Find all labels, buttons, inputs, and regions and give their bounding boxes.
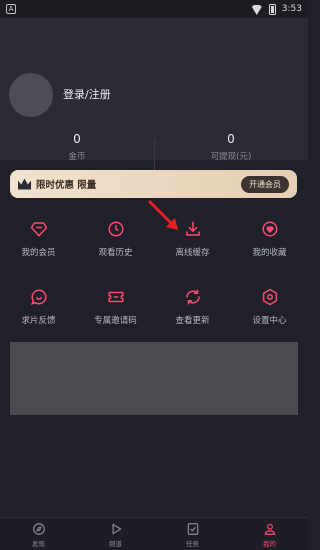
user-icon <box>264 523 275 535</box>
feature-grid-row: 求片反馈 专属邀请码 查看更新 设置中心 <box>0 278 308 346</box>
grid-item-invite-code[interactable]: 专属邀请码 <box>77 278 154 346</box>
grid-label: 设置中心 <box>252 316 287 326</box>
coins-value: 0 <box>73 132 81 146</box>
tab-discover[interactable]: 发现 <box>0 518 77 550</box>
ticket-icon <box>107 288 125 306</box>
bottom-tab-bar: 发现 频道 任务 我的 <box>0 517 308 550</box>
vip-promo-card[interactable]: 限时优惠 限量 开通会员 <box>10 170 297 198</box>
tab-channel[interactable]: 频道 <box>77 518 154 550</box>
feature-grid: 我的会员 观看历史 离线缓存 我的收藏 求片反馈 专属邀请码 查看更新 设置中心 <box>0 210 308 346</box>
tab-label: 频道 <box>109 540 122 548</box>
refresh-icon <box>184 288 202 306</box>
vip-promo-text: 限时优惠 限量 <box>36 180 97 191</box>
coins-stat[interactable]: 0 金币 <box>0 131 154 171</box>
grid-item-watch-history[interactable]: 观看历史 <box>77 210 154 278</box>
avatar[interactable] <box>9 73 53 117</box>
grid-item-my-membership[interactable]: 我的会员 <box>0 210 77 278</box>
ad-banner[interactable] <box>10 342 298 415</box>
grid-label: 查看更新 <box>175 316 210 326</box>
grid-label: 专属邀请码 <box>94 316 137 326</box>
withdrawable-stat[interactable]: 0 可提现(元) <box>154 131 308 171</box>
crown-icon <box>18 178 31 190</box>
tab-label: 发现 <box>32 540 45 548</box>
withdrawable-value: 0 <box>227 132 235 146</box>
grid-item-my-favorites[interactable]: 我的收藏 <box>231 210 308 278</box>
feature-grid-row: 我的会员 观看历史 离线缓存 我的收藏 <box>0 210 308 278</box>
open-vip-button[interactable]: 开通会员 <box>241 175 289 193</box>
grid-label: 离线缓存 <box>175 248 210 258</box>
grid-item-offline-cache[interactable]: 离线缓存 <box>154 210 231 278</box>
status-bar: A 3:53 <box>0 0 308 18</box>
status-time: 3:53 <box>281 4 302 14</box>
tab-label: 我的 <box>263 540 276 548</box>
grid-label: 观看历史 <box>98 248 133 258</box>
clock-icon <box>107 220 125 238</box>
heart-icon <box>261 220 279 238</box>
profile-header: 登录/注册 0 金币 0 可提现(元) <box>0 18 308 171</box>
grid-label: 求片反馈 <box>21 316 56 326</box>
settings-icon <box>261 288 279 306</box>
tab-tasks[interactable]: 任务 <box>154 518 231 550</box>
diamond-icon <box>30 220 48 238</box>
stat-divider <box>154 139 155 171</box>
chat-icon <box>30 288 48 306</box>
download-icon <box>184 220 202 238</box>
battery-icon <box>268 3 276 15</box>
grid-label: 我的收藏 <box>252 248 287 258</box>
login-register-link[interactable]: 登录/注册 <box>63 86 111 102</box>
wifi-icon <box>251 4 263 14</box>
grid-label: 我的会员 <box>21 248 56 258</box>
grid-item-settings[interactable]: 设置中心 <box>231 278 308 346</box>
app-notification-icon: A <box>6 4 16 14</box>
grid-item-request-feedback[interactable]: 求片反馈 <box>0 278 77 346</box>
account-stats: 0 金币 0 可提现(元) <box>0 131 308 171</box>
grid-item-check-update[interactable]: 查看更新 <box>154 278 231 346</box>
tab-label: 任务 <box>186 540 199 548</box>
tab-mine[interactable]: 我的 <box>231 518 308 550</box>
withdrawable-label: 可提现(元) <box>210 152 252 162</box>
task-icon <box>187 523 198 535</box>
coins-label: 金币 <box>68 152 86 162</box>
play-icon <box>112 523 121 535</box>
compass-icon <box>32 523 45 535</box>
